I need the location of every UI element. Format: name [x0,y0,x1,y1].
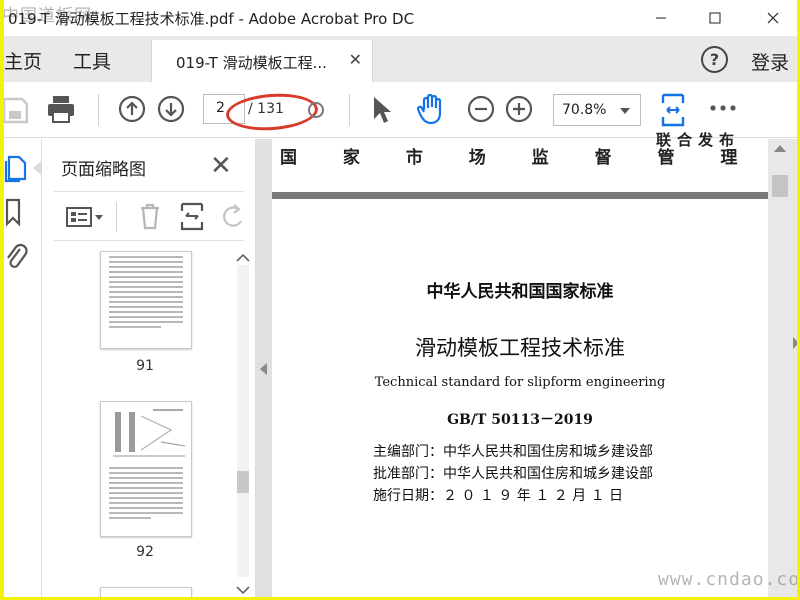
scroll-up-icon[interactable] [774,145,786,152]
chevron-down-icon [620,108,630,114]
save-icon[interactable] [4,96,28,124]
expand-right-panel-icon[interactable] [793,337,797,349]
chief-department: 主编部门：中华人民共和国住房和城乡建设部 [373,444,653,460]
page-break [272,192,768,199]
panel-title: 页面缩略图 [61,160,146,180]
chevron-down-icon [236,586,250,595]
watermark-url: www.cndao.com [658,569,797,590]
thumbnail-page-92[interactable] [100,401,192,537]
extract-page-icon[interactable] [179,201,205,231]
scroll-thumb[interactable] [237,471,249,493]
close-window-button[interactable] [750,0,796,36]
zoom-in-icon[interactable] [504,94,534,124]
national-standard-heading: 中华人民共和国国家标准 [426,282,614,302]
pdf-page: 国 家 市 场 监 督 管 理 总 局 联合发布 中华人民共和国国家标准 滑动模… [272,131,797,597]
minimize-icon [656,17,666,19]
rotate-page-icon[interactable] [220,203,246,231]
acrobat-window: 中国道板网 019-T 滑动模板工程技术标准.pdf - Adobe Acrob… [4,0,797,597]
chevron-up-icon [236,253,250,262]
document-tab-label: 019-T 滑动模板工程... [176,54,327,72]
thumbnail-toolbar [54,191,244,241]
collapse-left-panel-icon[interactable] [260,363,267,375]
navigation-rail [4,139,42,597]
close-tab-icon[interactable]: ✕ [349,50,362,69]
help-icon[interactable]: ? [701,46,728,73]
document-scroll-thumb[interactable] [772,175,788,197]
thumbnail-label-91: 91 [136,358,154,374]
standard-title-en: Technical standard for slipform engineer… [374,375,666,390]
hand-tool-icon[interactable] [416,92,448,126]
approval-department: 批准部门：中华人民共和国住房和城乡建设部 [373,466,653,482]
attachment-icon[interactable] [4,241,28,273]
thumbnail-scrollbar[interactable] [233,247,253,597]
maximize-button[interactable] [692,0,738,36]
page-nav-icon[interactable] [307,98,327,122]
previous-page-icon[interactable] [117,94,147,124]
tab-document[interactable]: 019-T 滑动模板工程... ✕ [151,40,373,82]
thumbnail-label-92: 92 [136,544,154,560]
thumbnail-page-91[interactable] [100,251,192,349]
standard-title-cn: 滑动模板工程技术标准 [415,336,625,360]
tab-bar: 主页 工具 019-T 滑动模板工程... ✕ ? 登录 [4,36,797,82]
maximize-icon [709,12,721,24]
thumbnail-options-icon[interactable] [66,206,104,228]
document-scrollbar[interactable] [768,139,792,597]
close-panel-icon[interactable]: ✕ [210,151,232,181]
thumbnails-panel: 页面缩略图 ✕ 91 92 [33,139,256,597]
joint-release-label: 联合发布 [656,131,741,149]
document-view[interactable]: 国 家 市 场 监 督 管 理 总 局 联合发布 中华人民共和国国家标准 滑动模… [256,131,797,597]
zoom-select[interactable]: 70.8% [553,94,641,126]
next-page-icon[interactable] [156,94,186,124]
select-cursor-icon[interactable] [370,94,394,126]
tab-tools[interactable]: 工具 [73,47,111,74]
standard-code: GB/T 50113－2019 [447,412,593,428]
zoom-value: 70.8% [562,102,607,118]
zoom-out-icon[interactable] [466,94,496,124]
delete-page-icon[interactable] [138,202,162,230]
tab-home[interactable]: 主页 [4,47,42,74]
thumbnail-page-93[interactable] [100,587,192,597]
page-thumbnails-icon[interactable] [4,153,28,183]
minimize-button[interactable] [638,0,684,36]
more-options-icon[interactable] [709,102,737,114]
print-icon[interactable] [46,94,76,124]
fit-page-icon[interactable] [660,92,686,128]
bookmark-icon[interactable] [4,197,24,227]
figure-diagram-icon [113,409,186,457]
effective-date: 施行日期：２ ０ １ ９ 年 １ ２ 月 １ 日 [373,488,624,504]
title-bar: 中国道板网 019-T 滑动模板工程技术标准.pdf - Adobe Acrob… [4,0,797,36]
window-title: 019-T 滑动模板工程技术标准.pdf - Adobe Acrobat Pro… [8,10,415,28]
login-button[interactable]: 登录 [751,48,789,75]
close-icon [767,12,779,24]
